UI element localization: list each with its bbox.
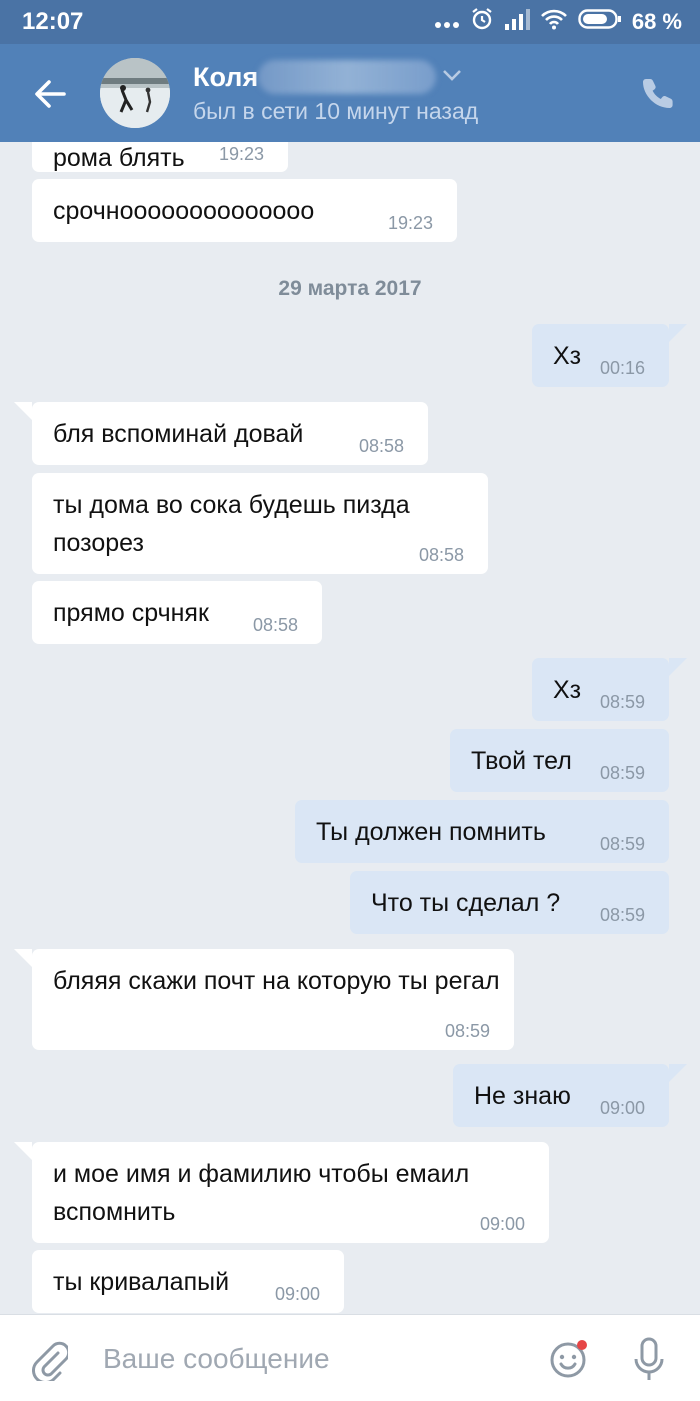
back-button[interactable] <box>30 74 70 114</box>
alarm-icon <box>470 7 494 37</box>
message-incoming[interactable]: бляяя скажи почт на которую ты регал 08:… <box>32 949 514 1050</box>
message-time: 09:00 <box>480 1214 526 1234</box>
message-time: 08:59 <box>600 763 646 783</box>
status-bar: 12:07 68 % <box>0 0 700 44</box>
wifi-icon <box>540 8 568 36</box>
smile-icon <box>550 1340 587 1378</box>
bubble-tail <box>669 658 687 676</box>
phone-icon <box>643 79 673 108</box>
attach-button[interactable] <box>32 1339 71 1384</box>
battery-percent: 68 % <box>631 9 682 34</box>
redacted-surname <box>258 60 436 94</box>
message-time: 19:23 <box>219 144 265 164</box>
message-incoming[interactable]: срочноооооооооооооо 19:23 <box>32 179 457 242</box>
message-outgoing[interactable]: Твой тел 08:59 <box>450 729 669 792</box>
paperclip-icon <box>32 1341 71 1384</box>
signal-icon <box>504 8 530 36</box>
chevron-down-icon[interactable] <box>442 68 462 82</box>
clock: 12:07 <box>22 8 84 35</box>
bubble-tail <box>669 324 687 342</box>
message-incoming[interactable]: ты дома во сока будешь пизда позорез 08:… <box>32 473 488 574</box>
chat-header: Коля был в сети 10 минут назад <box>0 44 700 142</box>
microphone-icon <box>634 1337 664 1380</box>
message-time: 08:59 <box>445 1021 491 1041</box>
composer: Ваше сообщение <box>0 1314 700 1401</box>
bubble-tail <box>14 402 32 420</box>
presence-status: был в сети 10 минут назад <box>193 98 479 124</box>
sticker-button[interactable] <box>549 1339 589 1379</box>
message-incoming[interactable]: рома блять 19:23 <box>32 142 288 172</box>
message-time: 00:16 <box>600 358 646 378</box>
status-icons: 68 % <box>434 8 682 36</box>
message-time: 08:59 <box>600 692 646 712</box>
message-time: 08:59 <box>600 905 646 925</box>
message-outgoing[interactable]: Хз 00:16 <box>532 324 669 387</box>
message-time: 08:58 <box>419 545 465 565</box>
dots-icon <box>434 9 460 35</box>
message-input[interactable]: Ваше сообщение <box>103 1343 330 1375</box>
message-time: 08:59 <box>600 834 646 854</box>
avatar[interactable] <box>100 58 170 128</box>
message-incoming[interactable]: бля вспоминай довай 08:58 <box>32 402 428 465</box>
contact-name[interactable]: Коля <box>193 62 258 93</box>
message-outgoing[interactable]: Не знаю 09:00 <box>453 1064 669 1127</box>
message-text: бляяя скажи почт на которую ты регал <box>53 967 500 995</box>
date-separator: 29 марта 2017 <box>278 277 422 300</box>
message-text: и мое имя и фамилию чтобы емаил вспомнит… <box>53 1160 470 1226</box>
message-list[interactable]: рома блять 19:23 срочноооооооооооооо 19:… <box>0 142 700 1314</box>
message-time: 08:58 <box>359 436 405 456</box>
message-time: 08:58 <box>253 615 299 635</box>
message-incoming[interactable]: ты кривалапый 09:00 <box>32 1250 344 1313</box>
message-outgoing[interactable]: Что ты сделал ? 08:59 <box>350 871 669 934</box>
bubble-tail <box>669 1064 687 1082</box>
message-outgoing[interactable]: Хз 08:59 <box>532 658 669 721</box>
arrow-left-icon <box>35 80 66 108</box>
message-incoming[interactable]: и мое имя и фамилию чтобы емаил вспомнит… <box>32 1142 549 1243</box>
message-time: 09:00 <box>275 1284 321 1304</box>
bubble-tail <box>14 1142 32 1160</box>
message-incoming[interactable]: прямо срчняк 08:58 <box>32 581 322 644</box>
call-button[interactable] <box>641 76 675 110</box>
bubble-tail <box>14 949 32 967</box>
message-time: 09:00 <box>600 1098 646 1118</box>
voice-button[interactable] <box>632 1337 666 1383</box>
message-time: 19:23 <box>388 213 434 233</box>
battery-icon <box>578 8 622 36</box>
message-outgoing[interactable]: Ты должен помнить 08:59 <box>295 800 669 863</box>
